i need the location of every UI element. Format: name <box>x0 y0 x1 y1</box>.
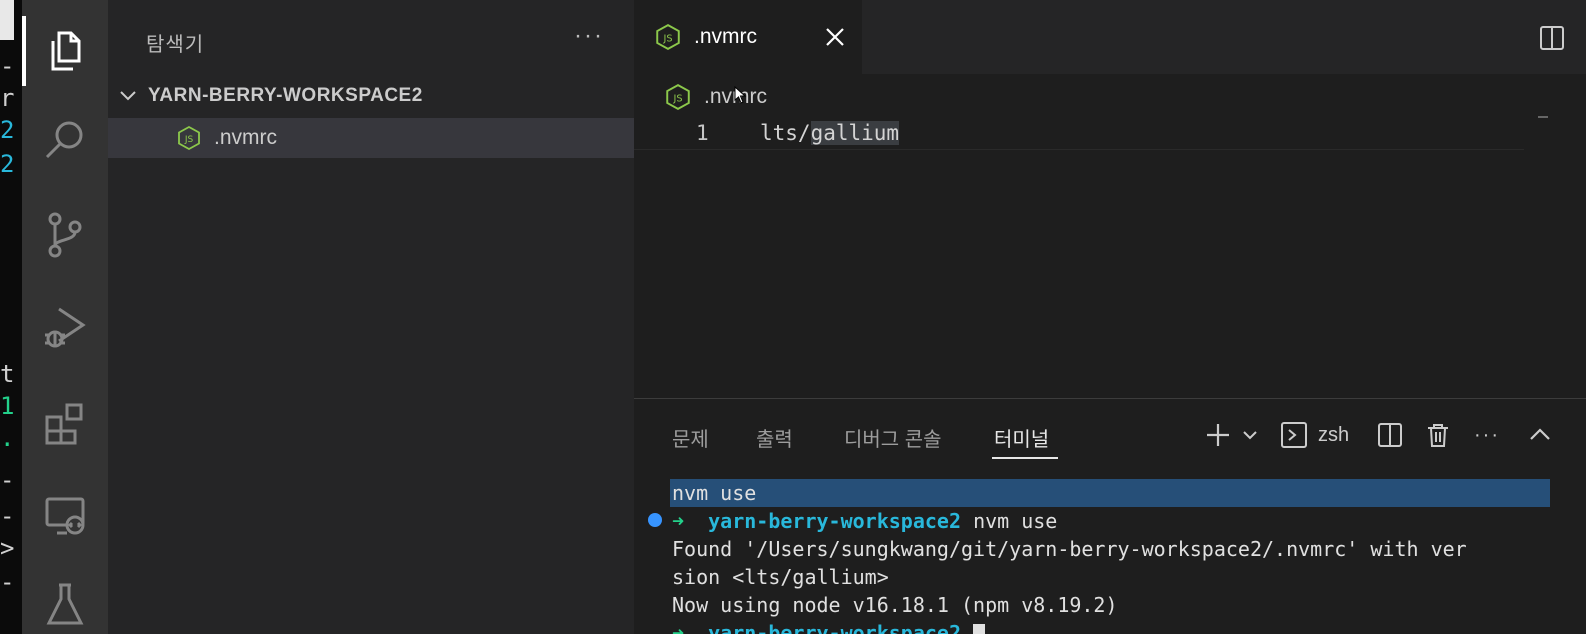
terminal-prompt-line: ➜ yarn-berry-workspace2 <box>672 619 986 634</box>
remote-explorer-button[interactable] <box>22 472 108 558</box>
maximize-panel-button[interactable] <box>1526 419 1554 451</box>
plus-icon <box>1207 424 1229 446</box>
split-editor-icon[interactable] <box>1538 24 1566 52</box>
background-terminal-edge: - r 2 2 t 1 . - - > - <box>0 0 22 634</box>
prompt-arrow: ➜ <box>672 509 685 533</box>
bg-char: r <box>0 84 15 112</box>
shell-name: zsh <box>1318 423 1350 446</box>
minimap-marker <box>1538 116 1548 118</box>
line-number: 1 <box>696 121 709 145</box>
terminal-icon <box>1281 422 1307 448</box>
terminal-selection <box>670 479 1550 507</box>
remote-explorer-icon <box>45 497 85 535</box>
tab-debug-console[interactable]: 디버그 콘솔 <box>844 423 942 452</box>
terminal-line: nvm use <box>672 481 757 505</box>
background-window-edge <box>0 0 14 40</box>
new-terminal-button[interactable] <box>1204 419 1232 451</box>
nodejs-icon: JS <box>666 84 690 110</box>
testing-button[interactable] <box>22 562 108 634</box>
nodejs-icon: JS <box>178 125 200 151</box>
svg-text:JS: JS <box>662 33 672 44</box>
tab-terminal[interactable]: 터미널 <box>994 423 1049 452</box>
explorer-sidebar: 탐색기 ··· YARN-BERRY-WORKSPACE2 JS .nvmrc <box>108 0 634 634</box>
prompt-command: nvm use <box>973 509 1058 533</box>
split-icon <box>1378 423 1402 447</box>
file-item-nvmrc[interactable]: JS .nvmrc <box>108 118 634 158</box>
sidebar-title: 탐색기 <box>146 34 205 56</box>
extensions-button[interactable] <box>22 380 108 466</box>
workspace-folder[interactable]: YARN-BERRY-WORKSPACE2 <box>108 76 634 116</box>
editor-tab-bar: JS .nvmrc <box>634 0 1586 74</box>
bg-char: - <box>0 502 15 530</box>
source-control-icon <box>48 212 82 258</box>
bottom-panel: 문제 출력 디버그 콘솔 터미널 zsh ··· nvm use ➜ yarn-… <box>634 398 1586 634</box>
breadcrumb[interactable]: JS .nvmrc <box>664 82 767 112</box>
terminal-output[interactable]: nvm use ➜ yarn-berry-workspace2 nvm use … <box>634 473 1586 634</box>
panel-tab-bar: 문제 출력 디버그 콘솔 터미널 zsh ··· <box>634 399 1586 469</box>
terminal-line: sion <lts/gallium> <box>672 565 889 589</box>
bg-char: - <box>0 52 15 80</box>
chevron-down-icon <box>1243 431 1257 440</box>
bg-char: > <box>0 534 15 562</box>
code-prefix: lts/ <box>760 121 811 145</box>
svg-text:JS: JS <box>672 93 682 104</box>
run-debug-button[interactable] <box>22 284 108 370</box>
bg-char: 2 <box>0 116 15 144</box>
split-terminal-button[interactable] <box>1376 419 1404 451</box>
file-name: .nvmrc <box>214 126 277 149</box>
extensions-icon <box>45 403 83 445</box>
bg-char: 2 <box>0 150 15 178</box>
bg-char: . <box>0 424 15 452</box>
nodejs-icon: JS <box>656 24 680 50</box>
tab-label: .nvmrc <box>694 25 757 48</box>
prompt-directory: yarn-berry-workspace2 <box>708 621 962 634</box>
bg-char: - <box>0 466 15 494</box>
more-actions-icon[interactable]: ··· <box>574 22 604 50</box>
files-icon <box>51 31 81 71</box>
tab-output[interactable]: 출력 <box>756 423 793 452</box>
flask-icon <box>46 583 84 625</box>
terminal-dropdown-button[interactable] <box>1240 419 1260 451</box>
tab-problems[interactable]: 문제 <box>672 423 709 452</box>
search-button[interactable] <box>22 98 108 184</box>
code-highlight: gallium <box>810 121 900 145</box>
source-control-button[interactable] <box>22 192 108 278</box>
svg-text:JS: JS <box>184 135 194 145</box>
bg-char: - <box>0 568 15 596</box>
terminal-prompt-line: ➜ yarn-berry-workspace2 nvm use <box>672 507 1057 535</box>
search-icon <box>45 121 83 159</box>
bg-char: t <box>0 360 15 388</box>
close-icon[interactable] <box>824 26 846 48</box>
code-line[interactable]: 1 lts/gallium <box>634 118 1524 150</box>
activity-bar <box>22 0 108 634</box>
chevron-up-icon <box>1530 428 1550 440</box>
folder-name: YARN-BERRY-WORKSPACE2 <box>148 85 423 106</box>
active-tab-indicator <box>992 457 1058 459</box>
command-decoration-dot[interactable] <box>648 513 662 527</box>
code-text[interactable]: lts/gallium <box>760 121 900 145</box>
more-actions-icon[interactable]: ··· <box>1474 419 1500 451</box>
mouse-cursor-icon <box>734 86 747 104</box>
prompt-directory: yarn-berry-workspace2 <box>708 509 962 533</box>
kill-terminal-button[interactable] <box>1424 419 1452 451</box>
chevron-down-icon <box>108 85 148 107</box>
run-debug-icon <box>45 307 86 348</box>
terminal-cursor <box>973 623 986 634</box>
bg-char: 1 <box>0 392 15 420</box>
explorer-button[interactable] <box>22 8 108 94</box>
terminal-line: Now using node v16.18.1 (npm v8.19.2) <box>672 593 1118 617</box>
shell-selector[interactable]: zsh <box>1280 419 1349 451</box>
prompt-arrow: ➜ <box>672 621 685 634</box>
trash-icon <box>1428 424 1448 447</box>
tab-nvmrc[interactable]: JS .nvmrc <box>634 0 862 74</box>
terminal-line: Found '/Users/sungkwang/git/yarn-berry-w… <box>672 537 1467 561</box>
editor-area: JS .nvmrc JS .nvmrc 1 lts/gallium <box>634 0 1586 398</box>
